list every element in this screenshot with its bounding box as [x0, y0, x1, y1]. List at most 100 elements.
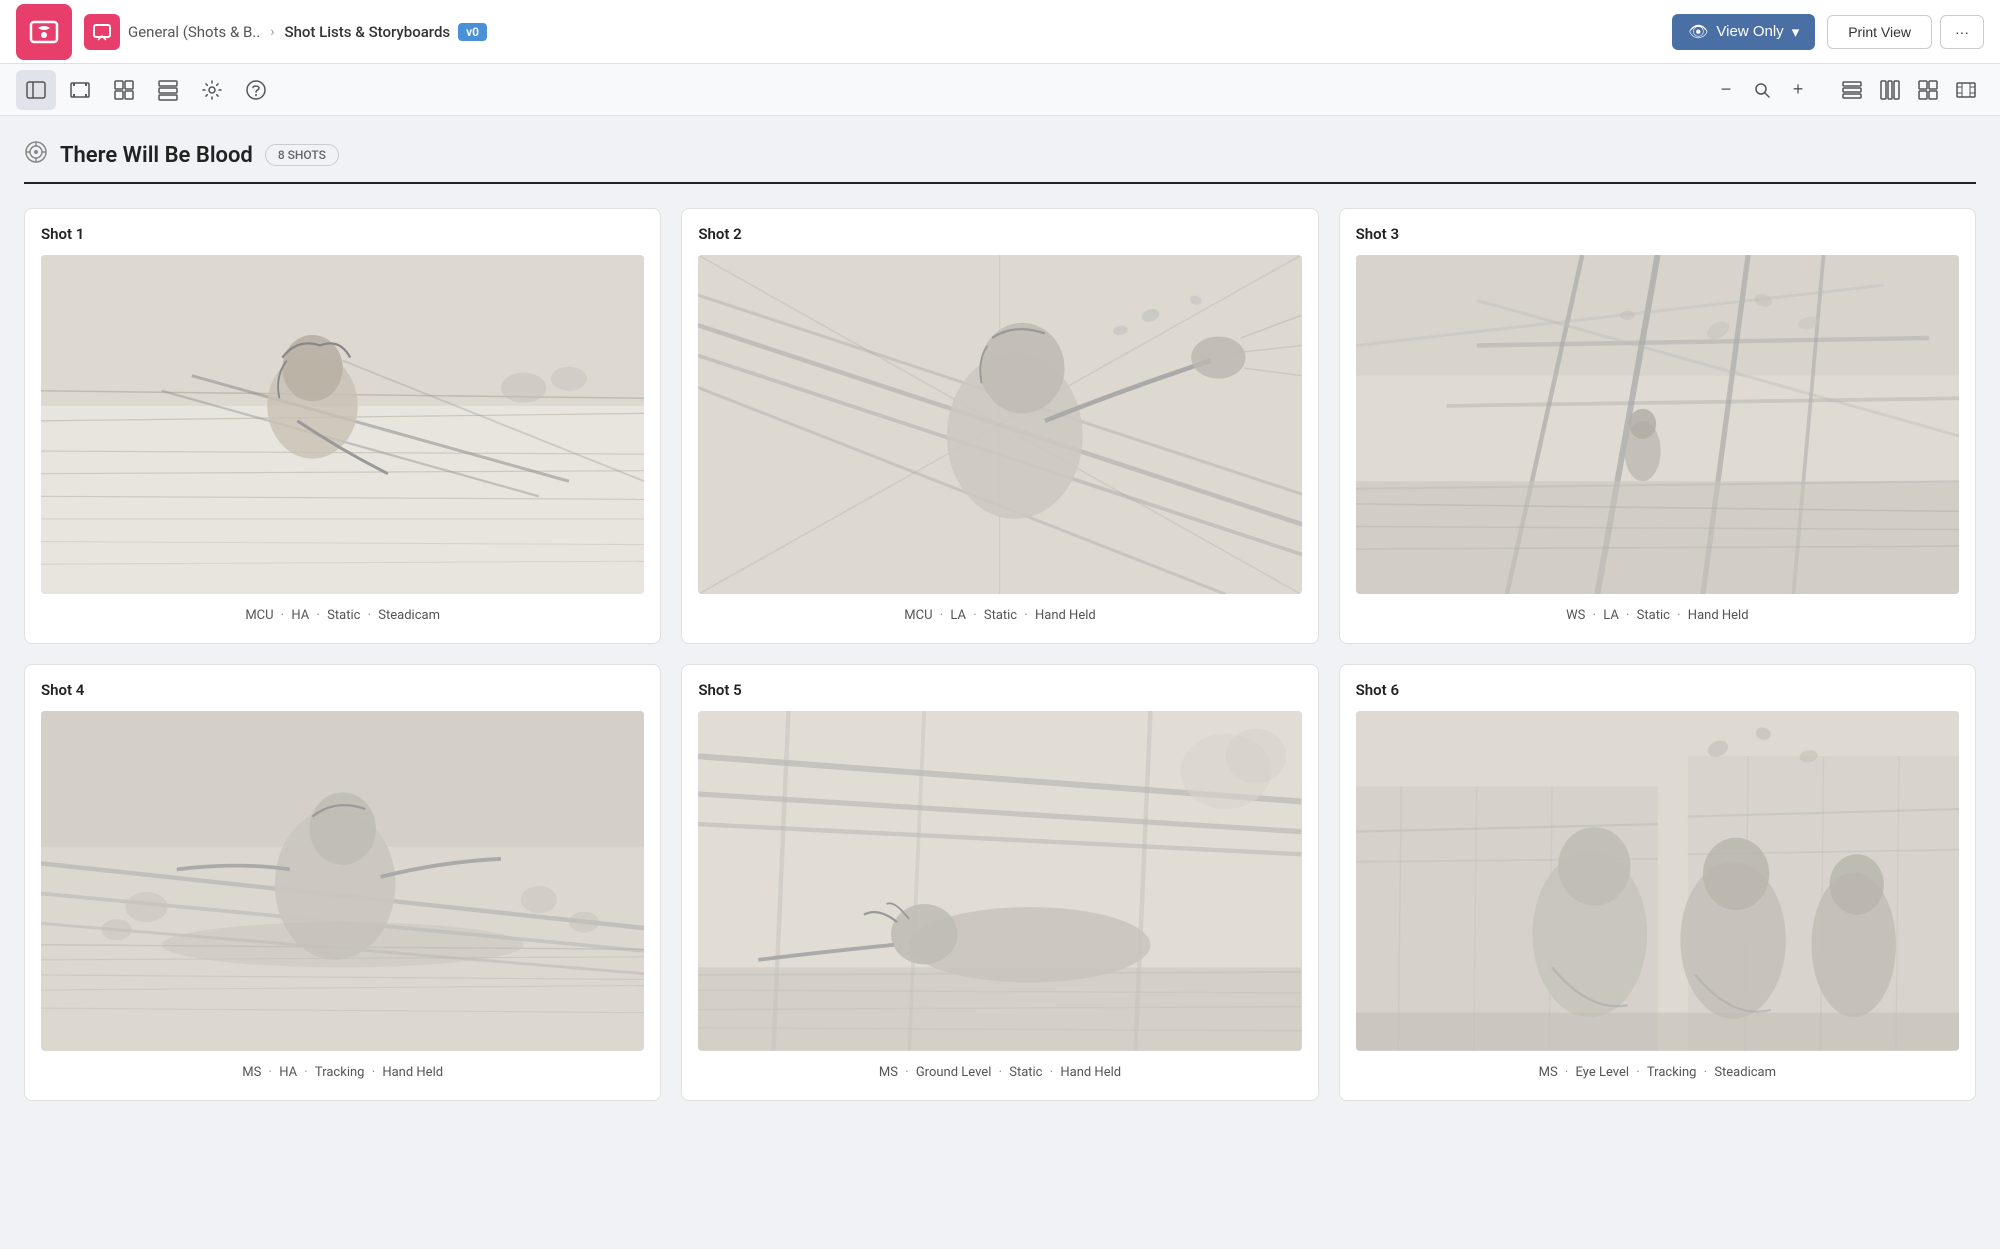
list-icon	[157, 79, 179, 101]
shot-tag: MCU	[904, 608, 932, 623]
film-strip-icon	[69, 79, 91, 101]
shot-card[interactable]: Shot 1 MCU · HA · Static · Steadicam	[24, 208, 661, 644]
shot-image	[698, 255, 1301, 594]
toolbar: − +	[0, 64, 2000, 116]
shot-tag-separator: ·	[278, 608, 288, 623]
shot-grid: Shot 1 MCU · HA · Static · SteadicamShot…	[24, 208, 1976, 1101]
list-view-toolbar-btn[interactable]	[148, 70, 188, 110]
shot-tag: Static	[984, 608, 1017, 623]
view-only-button[interactable]: 👁 View Only ▾	[1672, 14, 1815, 50]
shot-tag-separator: ·	[1562, 1065, 1572, 1080]
shot-tag-separator: ·	[1021, 608, 1031, 623]
shot-tag: Tracking	[315, 1065, 365, 1080]
shot-tag-separator: ·	[937, 608, 947, 623]
nav-pink-icon	[84, 14, 120, 50]
shot-tag: Hand Held	[382, 1065, 443, 1080]
shot-tag-separator: ·	[313, 608, 323, 623]
shot-tag: Eye Level	[1576, 1065, 1630, 1080]
shot-card[interactable]: Shot 4 MS · HA · Tracking · Hand Held	[24, 664, 661, 1100]
film-strip-btn[interactable]	[60, 70, 100, 110]
view-mode-controls	[1834, 72, 1984, 108]
breadcrumb-parent: General (Shots & B..	[128, 23, 260, 41]
shot-image	[698, 711, 1301, 1050]
shot-tag-separator: ·	[364, 608, 374, 623]
zoom-out-btn[interactable]: −	[1710, 74, 1742, 106]
shot-image	[41, 255, 644, 594]
settings-btn[interactable]	[192, 70, 232, 110]
shot-tags: MCU · HA · Static · Steadicam	[41, 608, 644, 623]
view-rows-btn[interactable]	[1834, 72, 1870, 108]
chat-icon	[92, 22, 112, 42]
shot-image	[1356, 255, 1959, 594]
shot-image	[41, 711, 644, 1050]
zoom-icon	[1753, 81, 1771, 99]
grid-view-btn[interactable]	[104, 70, 144, 110]
shot-label: Shot 3	[1356, 225, 1959, 243]
shot-tag-separator: ·	[1046, 1065, 1056, 1080]
shot-tag: Hand Held	[1060, 1065, 1121, 1080]
grid2-view-icon	[1917, 79, 1939, 101]
shot-tag-separator: ·	[1623, 608, 1633, 623]
eye-icon: 👁	[1688, 22, 1708, 42]
shot-card[interactable]: Shot 5 MS · Ground Level · Static · Hand…	[681, 664, 1318, 1100]
shot-tag-separator: ·	[368, 1065, 378, 1080]
shot-label: Shot 2	[698, 225, 1301, 243]
shot-card[interactable]: Shot 3 WS · LA · Static · Hand Held	[1339, 208, 1976, 644]
dropdown-chevron-icon: ▾	[1792, 23, 1800, 41]
shot-image	[1356, 711, 1959, 1050]
shot-tag-separator: ·	[902, 1065, 912, 1080]
shot-tag: Static	[1009, 1065, 1042, 1080]
shot-tag-separator: ·	[265, 1065, 275, 1080]
shot-tag-separator: ·	[1700, 1065, 1710, 1080]
shot-tag: MCU	[245, 608, 273, 623]
shot-tag: Hand Held	[1035, 608, 1096, 623]
breadcrumb-area: General (Shots & B.. › Shot Lists & Stor…	[84, 14, 1660, 50]
shot-label: Shot 4	[41, 681, 644, 699]
settings-icon	[201, 79, 223, 101]
app-logo-icon	[28, 16, 60, 48]
shot-tags: MS · Eye Level · Tracking · Steadicam	[1356, 1065, 1959, 1080]
shot-tag: MS	[879, 1065, 898, 1080]
shot-tag: LA	[950, 608, 966, 623]
version-badge: v0	[458, 23, 487, 41]
zoom-reset-btn[interactable]	[1746, 74, 1778, 106]
columns-view-icon	[1879, 79, 1901, 101]
shot-tag: HA	[291, 608, 309, 623]
breadcrumb-current: Shot Lists & Storyboards	[284, 23, 450, 41]
print-view-button[interactable]: Print View	[1827, 15, 1932, 49]
shot-tag-separator: ·	[995, 1065, 1005, 1080]
shot-tag: LA	[1603, 608, 1619, 623]
zoom-in-btn[interactable]: +	[1782, 74, 1814, 106]
view-filmstrip-btn[interactable]	[1948, 72, 1984, 108]
scene-icon	[24, 140, 48, 170]
app-logo	[16, 4, 72, 60]
view-columns-btn[interactable]	[1872, 72, 1908, 108]
shot-tag: Tracking	[1647, 1065, 1697, 1080]
shots-count-badge: 8 SHOTS	[265, 144, 339, 166]
help-btn[interactable]	[236, 70, 276, 110]
nav-actions: Print View ···	[1827, 15, 1984, 49]
shot-tags: MS · HA · Tracking · Hand Held	[41, 1065, 644, 1080]
sidebar-icon	[25, 79, 47, 101]
breadcrumb-sep: ›	[270, 24, 274, 40]
view-grid2-btn[interactable]	[1910, 72, 1946, 108]
shot-card[interactable]: Shot 2 MCU · LA · Static · Hand Held	[681, 208, 1318, 644]
shot-tag-separator: ·	[301, 1065, 311, 1080]
shot-tag: MS	[242, 1065, 261, 1080]
filmstrip-view-icon	[1955, 79, 1977, 101]
shot-tag: Steadicam	[378, 608, 440, 623]
shot-tag: Steadicam	[1714, 1065, 1776, 1080]
scene-target-icon	[24, 140, 48, 164]
shot-tag-separator: ·	[970, 608, 980, 623]
grid-icon	[113, 79, 135, 101]
shot-tag-separator: ·	[1589, 608, 1599, 623]
shot-label: Shot 1	[41, 225, 644, 243]
more-options-button[interactable]: ···	[1940, 15, 1984, 49]
sidebar-toggle-btn[interactable]	[16, 70, 56, 110]
scene-divider	[24, 182, 1976, 184]
top-nav: General (Shots & B.. › Shot Lists & Stor…	[0, 0, 2000, 64]
shot-card[interactable]: Shot 6 MS · Eye Level ·	[1339, 664, 1976, 1100]
shot-tag: Ground Level	[916, 1065, 992, 1080]
shot-label: Shot 6	[1356, 681, 1959, 699]
help-icon	[245, 79, 267, 101]
